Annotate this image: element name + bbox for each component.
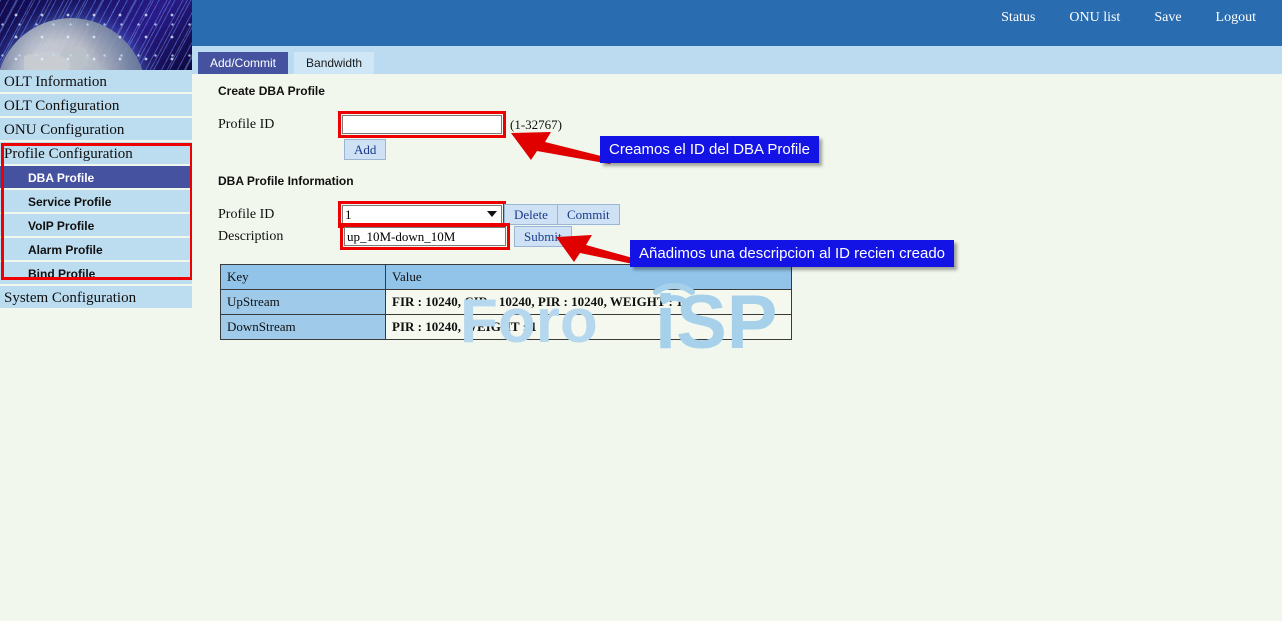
sidebar-nav-list: OLT Information OLT Configuration ONU Co… <box>0 70 192 310</box>
add-button[interactable]: Add <box>344 139 386 160</box>
top-header-bar: Status ONU list Save Logout <box>192 0 1282 46</box>
sidebar-item-system-configuration[interactable]: System Configuration <box>0 286 192 310</box>
table-cell-key: DownStream <box>221 315 386 340</box>
table-cell-value: FIR : 10240, CIR : 10240, PIR : 10240, W… <box>386 290 792 315</box>
sidebar-item-voip-profile[interactable]: VoIP Profile <box>0 214 192 238</box>
info-section-title: DBA Profile Information <box>218 174 354 188</box>
top-nav-onu-list[interactable]: ONU list <box>1069 10 1120 26</box>
sidebar-item-dba-profile[interactable]: DBA Profile <box>0 166 192 190</box>
delete-button[interactable]: Delete <box>504 204 558 225</box>
create-profile-id-label: Profile ID <box>218 117 274 133</box>
sidebar-item-olt-configuration[interactable]: OLT Configuration <box>0 94 192 118</box>
annotation-callout-create-id: Creamos el ID del DBA Profile <box>600 136 819 163</box>
annotation-arrow-1 <box>505 126 615 164</box>
banner-globe-image <box>0 0 192 70</box>
fiber-light-specks <box>0 0 192 70</box>
sidebar-item-service-profile[interactable]: Service Profile <box>0 190 192 214</box>
top-nav-save[interactable]: Save <box>1154 10 1181 26</box>
table-row: UpStream FIR : 10240, CIR : 10240, PIR :… <box>221 290 792 315</box>
create-profile-id-input[interactable] <box>342 115 502 134</box>
create-section-title: Create DBA Profile <box>218 84 325 98</box>
info-profile-id-select[interactable]: 1 <box>342 205 502 224</box>
sidebar: OLT Information OLT Configuration ONU Co… <box>0 0 192 621</box>
description-label: Description <box>218 229 283 245</box>
dba-profile-table: Key Value UpStream FIR : 10240, CIR : 10… <box>220 264 792 340</box>
info-profile-id-label: Profile ID <box>218 207 274 223</box>
tab-add-commit[interactable]: Add/Commit <box>198 52 288 74</box>
top-nav: Status ONU list Save Logout <box>1001 10 1256 26</box>
table-col-value: Value <box>386 265 792 290</box>
description-input[interactable] <box>344 227 506 246</box>
tab-bandwidth[interactable]: Bandwidth <box>294 52 374 74</box>
top-nav-logout[interactable]: Logout <box>1216 10 1256 26</box>
sidebar-item-bind-profile[interactable]: Bind Profile <box>0 262 192 286</box>
table-cell-key: UpStream <box>221 290 386 315</box>
table-header-row: Key Value <box>221 265 792 290</box>
table-col-key: Key <box>221 265 386 290</box>
sidebar-item-alarm-profile[interactable]: Alarm Profile <box>0 238 192 262</box>
sidebar-item-olt-information[interactable]: OLT Information <box>0 70 192 94</box>
table-cell-value: PIR : 10240, WEIGHT : 1 <box>386 315 792 340</box>
top-nav-status[interactable]: Status <box>1001 10 1035 26</box>
sidebar-item-onu-configuration[interactable]: ONU Configuration <box>0 118 192 142</box>
tab-bar: Add/Commit Bandwidth <box>192 46 1282 74</box>
annotation-callout-description: Añadimos una descripcion al ID recien cr… <box>630 240 954 267</box>
table-row: DownStream PIR : 10240, WEIGHT : 1 <box>221 315 792 340</box>
sidebar-item-profile-configuration[interactable]: Profile Configuration <box>0 142 192 166</box>
info-profile-id-select-wrap: 1 <box>342 205 502 224</box>
commit-button[interactable]: Commit <box>557 204 620 225</box>
application-window: OLT Information OLT Configuration ONU Co… <box>0 0 1282 621</box>
annotation-arrow-2 <box>552 231 642 265</box>
